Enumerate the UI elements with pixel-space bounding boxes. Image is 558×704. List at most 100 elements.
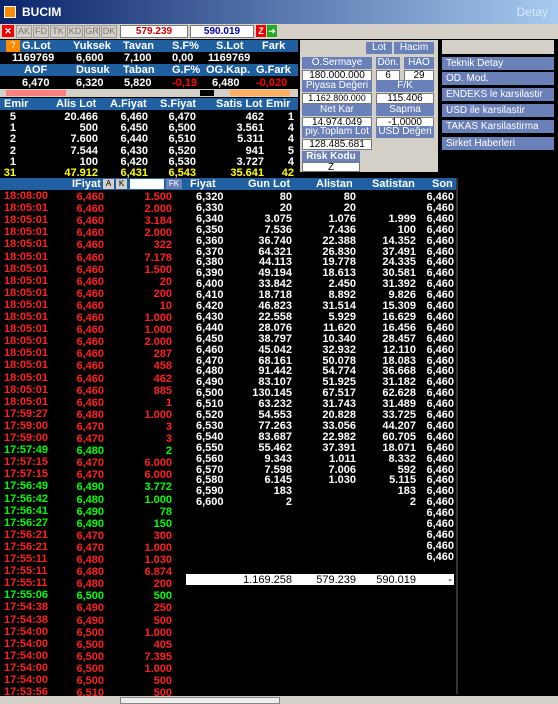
status-bar (0, 696, 558, 704)
price-h-son: Son (432, 178, 453, 190)
toolbar-button-tk[interactable]: TK (50, 25, 66, 38)
trade-time: 18:05:01 (4, 262, 49, 275)
scrollbar[interactable] (456, 178, 458, 694)
label-gf: G.F% (172, 64, 201, 76)
title-bar: BUCIM Detay (0, 0, 558, 24)
lot-button[interactable]: Lot (366, 42, 392, 54)
trade-time: 17:54:00 (4, 661, 49, 674)
label-sf: S.F% (172, 40, 199, 52)
menu-endeks[interactable]: ENDEKS le karsilastir (442, 88, 554, 101)
menu-teknik-detay[interactable]: Teknik Detay (442, 57, 554, 70)
trades-filter-input[interactable] (130, 179, 164, 189)
trade-lot: 200 (153, 287, 172, 300)
toolbar-button-ak[interactable]: AK (16, 25, 32, 38)
trade-time: 18:05:01 (4, 371, 49, 384)
toolbar-button-dk[interactable]: DK (101, 25, 117, 38)
value-dusuk: 6,320 (76, 77, 104, 89)
trade-price: 6,480 (76, 445, 104, 458)
menu-od-mod[interactable]: OD. Mod. (442, 72, 554, 85)
trade-price: 6,500 (76, 662, 104, 675)
trade-price: 6,490 (76, 614, 104, 627)
toolbar-button-kd[interactable]: KD (67, 25, 83, 38)
piyasa-value: 1.162.800.000 (302, 93, 372, 104)
label-aof: AOF (24, 64, 48, 76)
sapma-label: Sapma (376, 104, 434, 116)
total-gunlot: 1.169.258 (243, 574, 292, 586)
trade-lot: 7.178 (144, 251, 172, 264)
trade-lot: 78 (159, 505, 172, 518)
trade-time: 17:59:00 (4, 419, 49, 432)
menu-takas[interactable]: TAKAS Karsilastirma (442, 120, 554, 133)
trade-price: 6,490 (76, 517, 104, 530)
help-icon[interactable]: ? (6, 40, 20, 52)
trade-price: 6,460 (76, 287, 104, 300)
trade-time: 18:05:01 (4, 298, 49, 311)
depth-cell: 6,420 (120, 155, 148, 168)
trades-h-k-button[interactable]: K (116, 179, 127, 189)
trade-time: 17:59:00 (4, 432, 49, 444)
trade-price: 6,480 (76, 493, 104, 506)
depth-cell: 1 (287, 111, 294, 123)
app-window: BUCIM Detay ✕ AK FD TK KD GR DK 579.239 … (0, 0, 558, 704)
toolbar-value-satis: 590.019 (190, 25, 254, 38)
trade-lot: 20 (159, 275, 172, 288)
menu-usd[interactable]: USD ile karsilastir (442, 104, 554, 117)
price-cell: 2 (285, 496, 292, 509)
depth-cell: 5.311 (237, 133, 264, 146)
close-icon[interactable]: ✕ (2, 25, 14, 37)
depth-h-sfiyat: S.Fiyat (160, 98, 197, 110)
depth-cell: 6,510 (168, 133, 196, 146)
toolbar-button-gr[interactable]: GR (84, 25, 100, 38)
toolbar-button-fd[interactable]: FD (33, 25, 49, 38)
hacim-button[interactable]: Hacim (394, 42, 434, 54)
price-h-gunlot: Gun Lot (248, 178, 291, 190)
trade-lot: 150 (153, 517, 172, 530)
trade-lot: 1.500 (144, 263, 172, 276)
value-glot: 1169769 (12, 52, 55, 64)
menu-sirket-haberleri[interactable]: Sirket Haberleri (442, 137, 554, 150)
trade-price: 6,460 (76, 312, 104, 324)
trade-time: 18:05:01 (4, 274, 49, 287)
trade-price: 6,480 (76, 566, 104, 579)
trade-price: 6,460 (76, 227, 104, 240)
value-gf: -0,19 (172, 77, 198, 89)
label-fark: Fark (262, 40, 286, 52)
trade-lot: 3.184 (144, 215, 172, 228)
taskbar-item[interactable] (120, 697, 280, 704)
trade-time: 18:05:01 (4, 214, 49, 227)
fk-value: 115.406 (376, 93, 434, 104)
trade-lot: 1.000 (144, 493, 172, 506)
depth-cell: 3.727 (236, 155, 264, 168)
trade-price: 6,470 (76, 469, 104, 482)
toolbar: ✕ AK FD TK KD GR DK 579.239 590.019 Z ➜ (0, 24, 558, 39)
price-cell: 1.030 (328, 474, 356, 487)
trade-price: 6,490 (76, 602, 104, 615)
trade-price: 6,460 (76, 251, 104, 264)
usd-button[interactable]: USD Değeri (376, 126, 434, 138)
price-h-fiyat: Fiyat (190, 178, 216, 190)
piyasa-label: Piyasa Değeri (302, 80, 372, 92)
trade-price: 6,460 (76, 203, 104, 216)
trades-h-a-button[interactable]: A (103, 179, 114, 189)
trade-lot: 1.000 (144, 662, 172, 675)
piytoplam-value: 128.485.681 (302, 139, 372, 150)
trade-price: 6,500 (76, 675, 104, 687)
depth-cell: 4 (287, 155, 294, 168)
trade-lot: 500 (153, 614, 172, 627)
trade-price: 6,460 (76, 239, 104, 252)
depth-cell: 7.544 (70, 144, 98, 157)
trade-price: 6,460 (76, 324, 104, 337)
depth-cell: 3.561 (236, 122, 264, 135)
depth-cell: 941 (245, 144, 264, 157)
trade-time: 18:08:00 (4, 190, 49, 202)
trade-time: 17:56:42 (4, 492, 49, 505)
arrow-right-icon[interactable]: ➜ (267, 25, 277, 37)
app-icon (4, 6, 16, 18)
label-tavan: Tavan (123, 40, 154, 52)
trade-price: 6,460 (76, 263, 104, 276)
depth-cell: 6,430 (120, 144, 148, 157)
label-yuksek: Yuksek (73, 40, 111, 52)
trade-time: 18:05:01 (4, 359, 49, 372)
trade-price: 6,460 (76, 215, 104, 228)
trades-h-fk-button[interactable]: FK (166, 179, 182, 189)
